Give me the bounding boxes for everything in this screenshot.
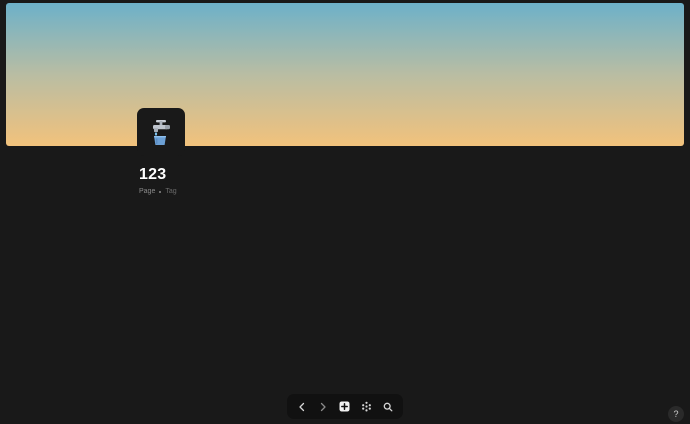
page-meta: Page Tag <box>139 188 177 195</box>
cover-image[interactable] <box>6 3 684 146</box>
dots-grid-icon <box>362 401 371 412</box>
page-icon[interactable] <box>137 108 185 156</box>
chevron-right-icon <box>321 402 327 411</box>
page-type-label[interactable]: Page <box>139 188 155 195</box>
forward-button[interactable] <box>313 397 333 417</box>
tag-label[interactable]: Tag <box>165 188 176 195</box>
page-title[interactable]: 123 <box>139 166 166 184</box>
help-button[interactable]: ? <box>668 406 684 422</box>
plus-square-icon <box>339 401 350 412</box>
new-object-button[interactable] <box>335 397 355 417</box>
back-button[interactable] <box>292 397 312 417</box>
search-button[interactable] <box>378 397 398 417</box>
search-icon <box>383 402 393 411</box>
page-canvas: 123 Page Tag ? <box>0 0 690 424</box>
separator-dot <box>159 190 162 193</box>
graph-button[interactable] <box>357 397 377 417</box>
faucet-with-bucket-icon <box>153 120 170 145</box>
bottom-toolbar <box>287 394 403 419</box>
chevron-left-icon <box>299 402 304 411</box>
